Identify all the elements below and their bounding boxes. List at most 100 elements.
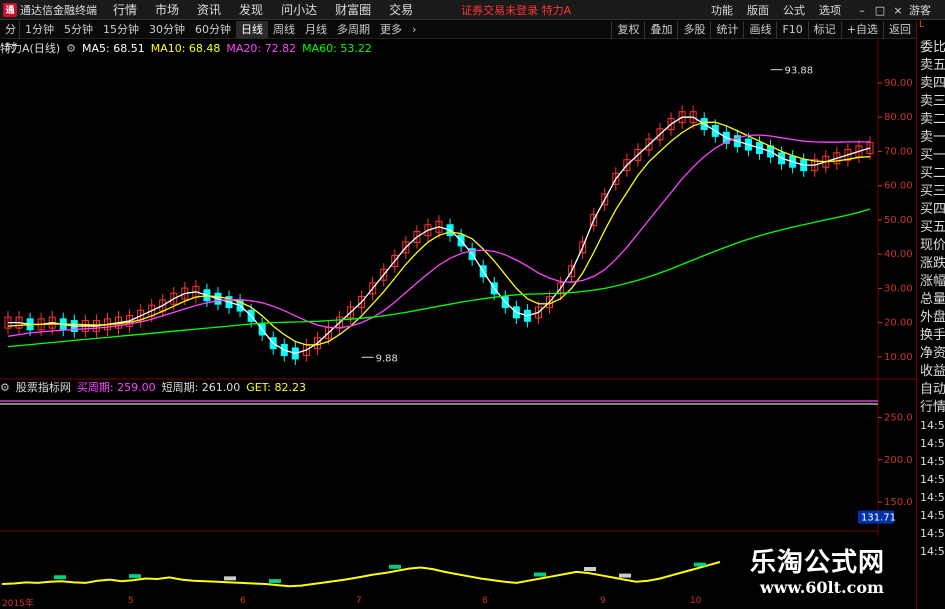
menu-item-options[interactable]: 选项 bbox=[819, 2, 841, 18]
tool-draw[interactable]: 画线 bbox=[743, 21, 776, 39]
date-tick-label: 6 bbox=[240, 596, 246, 606]
menu-item-formula[interactable]: 公式 bbox=[783, 2, 805, 18]
tab-intraday[interactable]: 分时 bbox=[0, 20, 20, 54]
close-icon[interactable]: × bbox=[891, 4, 905, 17]
y-tick-label: 20.00 bbox=[884, 318, 913, 329]
signal-mark bbox=[389, 564, 401, 569]
indicator-param-2: 短周期: 261.00 bbox=[161, 381, 241, 394]
side-item: 14:56 bbox=[920, 455, 945, 468]
tool-overlay[interactable]: 叠加 bbox=[644, 21, 677, 39]
y-tick-label: 90.00 bbox=[884, 78, 913, 89]
side-item: 买二 bbox=[920, 166, 945, 181]
stock-name: 特力A(日线) bbox=[0, 42, 61, 55]
tool-adjust[interactable]: 复权 bbox=[611, 21, 644, 39]
tab-weekly[interactable]: 周线 bbox=[268, 21, 300, 39]
tool-add-watchlist[interactable]: +自选 bbox=[840, 21, 883, 39]
date-tick-label: 7 bbox=[356, 596, 362, 606]
date-tick-label: 10 bbox=[690, 596, 702, 606]
side-item: 涨跌 bbox=[920, 256, 945, 271]
side-item: 14:56 bbox=[920, 491, 945, 504]
side-item: 收益 bbox=[920, 364, 945, 379]
watermark-title: 乐淘公式网 bbox=[750, 548, 886, 578]
ma10-value: MA10: 68.48 bbox=[150, 41, 221, 55]
y-tick-label: 60.00 bbox=[884, 181, 913, 192]
side-item: 14:56 bbox=[920, 545, 945, 558]
side-item: 卖五 bbox=[920, 58, 945, 73]
indicator-legend: ⚙ 股票指标网 买周期: 259.00 短周期: 261.00 GET: 82.… bbox=[0, 379, 880, 395]
menu-item-news[interactable]: 资讯 bbox=[197, 1, 221, 18]
side-item: 买一 bbox=[920, 148, 945, 163]
side-item: 14:56 bbox=[920, 527, 945, 540]
tool-back[interactable]: 返回 bbox=[883, 21, 916, 39]
y-tick-label: 10.00 bbox=[884, 352, 913, 363]
signal-mark bbox=[269, 579, 281, 584]
side-item: 卖三 bbox=[920, 94, 945, 109]
date-tick-label: 2015年 bbox=[2, 599, 34, 609]
date-axis: 2015年 5 6 7 8 9 10 bbox=[0, 596, 720, 609]
date-tick-label: 8 bbox=[482, 596, 488, 606]
side-item: 总量 bbox=[920, 292, 945, 307]
signal-mark bbox=[619, 573, 631, 578]
menu-item-trade[interactable]: 交易 bbox=[389, 1, 413, 18]
menu-item-ask[interactable]: 问小达 bbox=[281, 1, 317, 18]
menu-item-discover[interactable]: 发现 bbox=[239, 1, 263, 18]
side-item: 14:56 bbox=[920, 473, 945, 486]
menu-item-wealth[interactable]: 财富圈 bbox=[335, 1, 371, 18]
value-tag: 131.71 bbox=[861, 513, 896, 524]
side-item: 行情 bbox=[920, 400, 945, 415]
tab-monthly[interactable]: 月线 bbox=[300, 21, 332, 39]
app-name: 通达信金融终端 bbox=[20, 3, 97, 17]
tab-daily[interactable]: 日线 bbox=[236, 20, 268, 39]
tool-f10[interactable]: F10 bbox=[776, 21, 807, 39]
signal-mark bbox=[224, 576, 236, 581]
side-item: 外盘 bbox=[920, 310, 945, 325]
side-item: 涨幅 bbox=[920, 274, 945, 289]
chevron-right-icon[interactable]: › bbox=[407, 21, 421, 39]
chart-tools: 复权 叠加 多股 统计 画线 F10 标记 +自选 返回 bbox=[611, 21, 916, 39]
tab-multi-period[interactable]: 多周期 bbox=[332, 21, 375, 39]
side-item: 卖二 bbox=[920, 112, 945, 127]
menu-item-quotes[interactable]: 行情 bbox=[113, 1, 137, 18]
ma20-value: MA20: 72.82 bbox=[226, 41, 297, 55]
ma5-value: MA5: 68.51 bbox=[81, 41, 145, 55]
menu-item-function[interactable]: 功能 bbox=[711, 2, 733, 18]
tool-mark[interactable]: 标记 bbox=[807, 21, 841, 39]
app-logo-icon: 通 bbox=[3, 2, 17, 17]
side-item: 买三 bbox=[920, 184, 945, 199]
ma60-value: MA60: 53.22 bbox=[302, 41, 372, 55]
tool-stats[interactable]: 统计 bbox=[710, 21, 743, 39]
menu-item-market[interactable]: 市场 bbox=[155, 1, 179, 18]
tool-multi-stock[interactable]: 多股 bbox=[677, 21, 710, 39]
kline-chart[interactable]: 90.00 80.00 70.00 60.00 50.00 40.00 30.00 20.00… bbox=[0, 39, 916, 596]
tab-60min[interactable]: 60分钟 bbox=[190, 21, 236, 39]
side-corner-label: L bbox=[919, 20, 925, 30]
tab-15min[interactable]: 15分钟 bbox=[98, 21, 144, 39]
maximize-icon[interactable]: □ bbox=[873, 4, 887, 17]
side-item: 自动 bbox=[920, 382, 945, 397]
tab-more[interactable]: 更多 bbox=[375, 21, 407, 39]
signal-mark bbox=[694, 562, 706, 567]
tab-5min[interactable]: 5分钟 bbox=[59, 21, 98, 39]
watermark-url: www.60lt.com bbox=[760, 578, 884, 597]
tab-1min[interactable]: 1分钟 bbox=[20, 21, 59, 39]
indicator-name: 股票指标网 bbox=[15, 381, 71, 394]
minimize-icon[interactable]: – bbox=[855, 4, 869, 17]
side-item: 14:56 bbox=[920, 437, 945, 450]
y-tick-label: 80.00 bbox=[884, 112, 913, 123]
indicator-settings-icon[interactable]: ⚙ bbox=[0, 381, 10, 394]
side-item: 14:56 bbox=[920, 509, 945, 522]
y-tick-label: 50.00 bbox=[884, 215, 913, 226]
y-tick-label: 200.0 bbox=[884, 455, 913, 466]
quote-side-panel: L 委比 卖五 卖四 卖三 卖二 卖一 买一 买二 买三 买四 买五 现价 涨跌 涨幅 总量 外盘 换手 净资 收益… bbox=[916, 21, 945, 609]
date-tick-label: 5 bbox=[128, 596, 134, 606]
login-notice[interactable]: 证券交易未登录 特力A bbox=[461, 2, 571, 18]
menu-item-layout[interactable]: 版面 bbox=[747, 2, 769, 18]
guest-label[interactable]: 游客 bbox=[909, 2, 931, 18]
y-tick-label: 40.00 bbox=[884, 249, 913, 260]
side-item: 14:56 bbox=[920, 419, 945, 432]
side-item: 委比 bbox=[920, 40, 945, 55]
watermark: 乐淘公式网 www.60lt.com bbox=[720, 536, 916, 606]
settings-icon[interactable]: ⚙ bbox=[66, 42, 76, 55]
tab-30min[interactable]: 30分钟 bbox=[144, 21, 190, 39]
side-item: 现价 bbox=[920, 238, 945, 253]
